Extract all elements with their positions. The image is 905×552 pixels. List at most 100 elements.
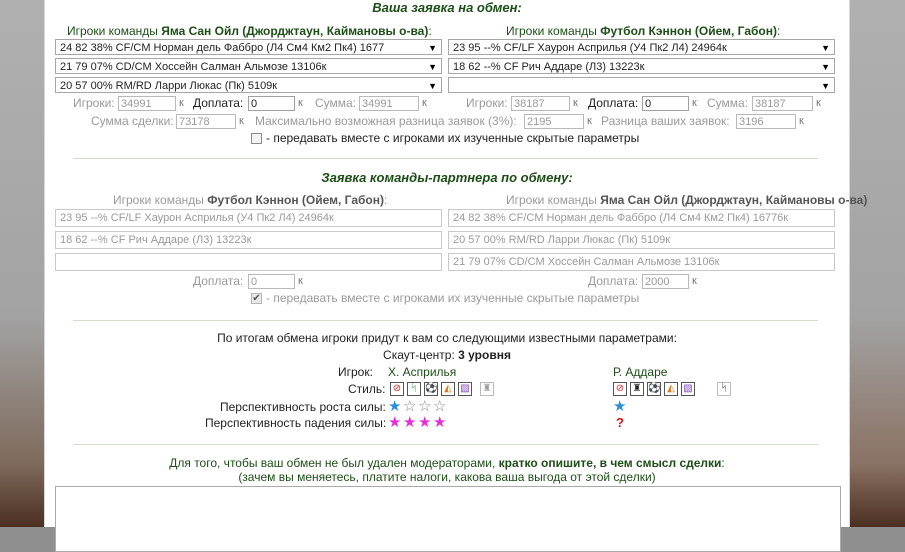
request-right-extra-input[interactable]: 0 <box>642 96 689 111</box>
partner-left-player-3 <box>55 253 442 271</box>
deal-description-textarea[interactable] <box>55 486 841 552</box>
request-right-team: Футбол Кэннон (Ойем, Габон) <box>600 24 777 38</box>
request-right-header: Игроки команды Футбол Кэннон (Ойем, Габо… <box>506 24 781 38</box>
partner-right-extra-label: Доплата: <box>588 274 639 288</box>
request-left-player-select-3[interactable]: 20 57 00% RM/RD Ларри Люкас (Пк) 5109к ▼ <box>55 77 442 93</box>
dropdown-arrow-icon: ▼ <box>821 43 830 53</box>
star-pink-icon: ★ <box>403 414 417 431</box>
background-left <box>0 0 48 527</box>
dropdown-arrow-icon: ▼ <box>428 43 437 53</box>
star-filled-icon: ★ <box>613 398 627 415</box>
style-chess-icon: ♜ <box>630 382 644 396</box>
partner-hidden-params-label: - передавать вместе с игроками их изучен… <box>266 291 640 305</box>
scout-level: 3 уровня <box>458 348 511 362</box>
request-left-team: Яма Сан Ойл (Джорджтаун, Каймановы о-ва) <box>161 24 429 38</box>
player-1-name: Х. Асприлья <box>388 365 457 379</box>
request-title: Ваша заявка на обмен: <box>372 0 522 15</box>
request-right-players-label: Игроки: <box>466 96 508 110</box>
your-diff-value: 3196 <box>736 114 796 129</box>
request-left-player-select-2[interactable]: 21 79 07% CD/CM Хоссейн Салман Альмозе 1… <box>55 58 442 74</box>
dropdown-arrow-icon: ▼ <box>821 62 830 72</box>
scout-center: Скаут-центр: 3 уровня <box>383 348 511 362</box>
player-label: Игрок: <box>338 365 373 379</box>
style-runner-icon: ᛋ <box>717 382 731 396</box>
unknown-icon: ? <box>616 415 624 430</box>
star-empty-icon: ☆ <box>433 398 447 415</box>
style-combination-icon: ⊘ <box>613 382 627 396</box>
unit-k: к <box>816 97 821 109</box>
your-diff-label: Разница ваших заявок: <box>601 114 730 128</box>
divider <box>73 444 818 445</box>
partner-left-team: Футбол Кэннон (Ойем, Габон) <box>207 193 384 207</box>
request-left-header: Игроки команды Яма Сан Ойл (Джорджтаун, … <box>67 24 432 38</box>
partner-right-header: Игроки команды Яма Сан Ойл (Джорджтаун, … <box>506 193 871 207</box>
style-label: Стиль: <box>348 382 386 396</box>
growth-label: Перспективность роста силы: <box>220 400 386 414</box>
dropdown-arrow-icon: ▼ <box>428 81 437 91</box>
unit-k: к <box>422 97 427 109</box>
request-right-extra-label: Доплата: <box>588 96 639 110</box>
divider <box>73 320 818 321</box>
max-diff-value: 2195 <box>524 114 584 129</box>
request-right-player-select-1[interactable]: 23 95 --% CF/LF Хаурон Асприлья (У4 Пк2 … <box>448 39 835 55</box>
star-pink-icon: ★ <box>418 414 432 431</box>
star-empty-icon: ☆ <box>418 398 432 415</box>
style-combination-icon: ⊘ <box>390 382 404 396</box>
request-hidden-params-checkbox[interactable] <box>251 133 262 144</box>
star-filled-icon: ★ <box>388 398 402 415</box>
partner-right-extra-value: 2000 <box>642 274 689 289</box>
request-left-player-select-1[interactable]: 24 82 38% CF/CM Норман дель Фаббро (Л4 С… <box>55 39 442 55</box>
background-right <box>843 0 905 527</box>
max-diff-label: Максимально возможная разница заявок (3%… <box>255 114 517 128</box>
partner-right-player-1: 24 82 38% CF/CM Норман дель Фаббро (Л4 С… <box>448 209 835 227</box>
style-ball-icon: ⚽ <box>424 382 438 396</box>
unit-k: к <box>298 275 303 287</box>
exchange-panel: Ваша заявка на обмен: Игроки команды Яма… <box>44 0 871 552</box>
unit-k: к <box>587 115 592 127</box>
star-pink-icon: ★ <box>433 414 447 431</box>
unit-k: к <box>179 97 184 109</box>
unit-k: к <box>799 115 804 127</box>
star-empty-icon: ☆ <box>403 398 417 415</box>
decline-label: Перспективность падения силы: <box>205 416 387 430</box>
request-right-player-select-2[interactable]: 18 62 --% CF Рич Аддаре (Л3) 13223к ▼ <box>448 58 835 74</box>
style-runner-icon: ᛋ <box>407 382 421 396</box>
unit-k: к <box>692 97 697 109</box>
partner-right-team: Яма Сан Ойл (Джорджтаун, Каймановы о-ва) <box>600 193 868 207</box>
deal-sum-value: 73178 <box>176 114 236 129</box>
request-left-extra-input[interactable]: 0 <box>248 96 295 111</box>
partner-title: Заявка команды-партнера по обмену: <box>321 170 573 185</box>
request-right-players-value: 38187 <box>511 96 570 111</box>
unit-k: к <box>239 115 244 127</box>
style-ball-icon: ⚽ <box>647 382 661 396</box>
partner-right-player-2: 20 57 00% RM/RD Ларри Люкас (Пк) 5109к <box>448 231 835 249</box>
unit-k: к <box>692 275 697 287</box>
player-2-name: Р. Аддаре <box>613 365 668 379</box>
style-catenaccio-icon: ▧ <box>458 382 472 396</box>
request-left-players-label: Игроки: <box>73 96 115 110</box>
partner-right-player-3: 21 79 07% CD/CM Хоссейн Салман Альмозе 1… <box>448 253 835 271</box>
request-left-sum-label: Сумма: <box>315 96 357 110</box>
unit-k: к <box>298 97 303 109</box>
dropdown-arrow-icon: ▼ <box>428 62 437 72</box>
partner-left-player-1: 23 95 --% CF/LF Хаурон Асприлья (У4 Пк2 … <box>55 209 442 227</box>
partner-left-extra-value: 0 <box>248 274 295 289</box>
style-chess-icon: ♜ <box>480 382 494 396</box>
style-pizza-icon: ◭ <box>441 382 455 396</box>
request-left-sum-value: 34991 <box>359 96 419 111</box>
partner-left-player-2: 18 62 --% CF Рич Аддаре (Л3) 13223к <box>55 231 442 249</box>
result-intro: По итогам обмена игроки придут к вам со … <box>217 331 677 345</box>
partner-left-header: Игроки команды Футбол Кэннон (Ойем, Габо… <box>113 193 388 207</box>
footer-line-2: (зачем вы меняетесь, платите налоги, как… <box>238 470 656 484</box>
dropdown-arrow-icon: ▼ <box>821 81 830 91</box>
request-hidden-params-label: - передавать вместе с игроками их изучен… <box>266 131 640 145</box>
unit-k: к <box>573 97 578 109</box>
star-pink-icon: ★ <box>388 414 402 431</box>
style-pizza-icon: ◭ <box>664 382 678 396</box>
deal-sum-label: Сумма сделки: <box>91 114 174 128</box>
partner-left-extra-label: Доплата: <box>193 274 244 288</box>
request-right-player-select-3[interactable]: ▼ <box>448 77 835 93</box>
divider <box>73 158 818 159</box>
partner-hidden-params-checkbox: ✔ <box>251 293 262 304</box>
request-right-sum-label: Сумма: <box>707 96 749 110</box>
